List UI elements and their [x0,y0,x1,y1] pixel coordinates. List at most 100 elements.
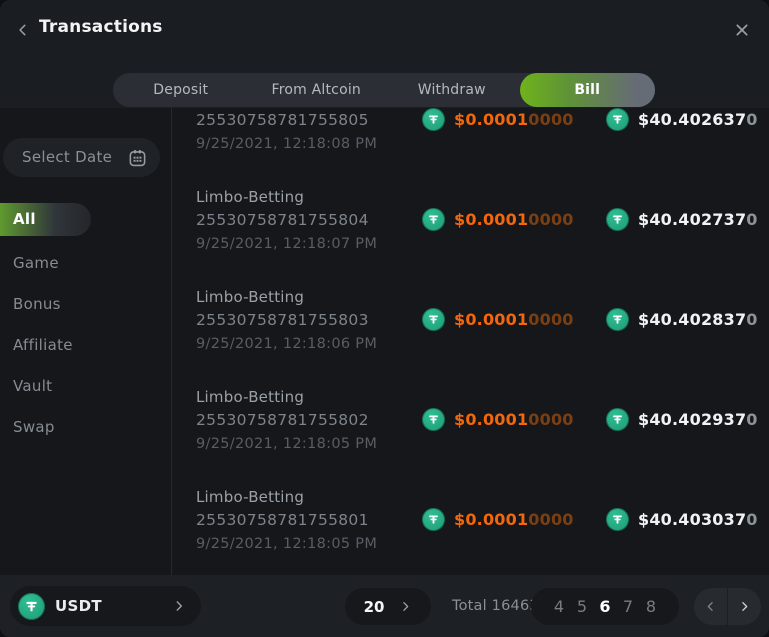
tether-icon [606,508,629,531]
balance-trailing-zero: 0 [746,510,757,529]
chevron-right-icon [399,600,412,613]
amount-value: $0.0001 [454,110,528,129]
transaction-row: Limbo-Betting 25530758781755804 9/25/202… [172,181,769,281]
transaction-list[interactable]: Limbo-Betting 25530758781755805 9/25/202… [172,108,769,575]
transaction-id: 25530758781755803 [196,311,369,329]
page-button-4[interactable]: 4 [553,597,565,616]
balance-value: $40.403037 [638,510,746,529]
transaction-date: 9/25/2021, 12:18:07 PM [196,236,377,252]
chevron-left-icon [704,600,717,613]
transaction-date: 9/25/2021, 12:18:05 PM [196,436,377,452]
tether-icon [422,308,445,331]
balance-value: $40.402737 [638,210,746,229]
game-label: Limbo-Betting [196,188,304,206]
transaction-date: 9/25/2021, 12:18:06 PM [196,336,377,352]
tether-icon [606,308,629,331]
footer-bar: USDT 20 Total 16463 4 5 6 7 8 [0,575,769,637]
amount-value: $0.0001 [454,210,528,229]
tab-deposit[interactable]: Deposit [113,73,249,107]
currency-label: USDT [55,597,102,615]
transaction-amount: $0.00010000 [422,108,574,131]
tether-icon [422,208,445,231]
back-button[interactable] [12,19,34,41]
balance-trailing-zero: 0 [746,110,757,129]
transactions-modal: Transactions Deposit From Altcoin Withdr… [0,0,769,637]
filter-game[interactable]: Game [0,247,59,280]
filter-bonus[interactable]: Bonus [0,288,61,321]
calendar-icon [128,148,147,167]
tab-bill[interactable]: Bill [520,73,656,107]
balance-value: $40.402837 [638,310,746,329]
amount-trailing-zeros: 0000 [528,410,573,429]
transaction-balance: $40.4028370 [606,308,758,331]
transaction-id: 25530758781755805 [196,111,369,129]
prev-page-button[interactable] [694,588,727,625]
page-size-selector[interactable]: 20 [345,588,431,625]
page-size-value: 20 [364,598,385,616]
total-count-label: Total 16463 [452,575,539,637]
transaction-id: 25530758781755804 [196,211,369,229]
balance-trailing-zero: 0 [746,210,757,229]
game-label: Limbo-Betting [196,488,304,506]
transaction-row: Limbo-Betting 25530758781755805 9/25/202… [172,108,769,181]
tether-icon [422,508,445,531]
chevron-left-icon [16,23,30,37]
page-button-7[interactable]: 7 [622,597,634,616]
page-title: Transactions [39,17,163,37]
game-label: Limbo-Betting [196,388,304,406]
amount-value: $0.0001 [454,410,528,429]
transaction-amount: $0.00010000 [422,208,574,231]
amount-trailing-zeros: 0000 [528,510,573,529]
transaction-amount: $0.00010000 [422,508,574,531]
filter-swap[interactable]: Swap [0,411,55,444]
tether-icon [422,408,445,431]
tether-icon [18,593,45,620]
chevron-right-icon [172,598,186,617]
transaction-balance: $40.4029370 [606,408,758,431]
transaction-amount: $0.00010000 [422,408,574,431]
tether-icon [606,208,629,231]
page-button-6-active[interactable]: 6 [599,597,611,616]
currency-selector[interactable]: USDT [10,586,201,626]
amount-value: $0.0001 [454,510,528,529]
filter-sidebar: Select Date All Game Bonus Affiliate Vau… [0,108,172,575]
transaction-balance: $40.4027370 [606,208,758,231]
transaction-id: 25530758781755802 [196,411,369,429]
tether-icon [606,408,629,431]
transaction-row: Limbo-Betting 25530758781755801 9/25/202… [172,481,769,575]
tab-from-altcoin[interactable]: From Altcoin [249,73,385,107]
amount-trailing-zeros: 0000 [528,110,573,129]
close-button[interactable] [731,19,753,41]
transaction-list-inner: Limbo-Betting 25530758781755805 9/25/202… [172,108,769,575]
page-button-8[interactable]: 8 [645,597,657,616]
filter-all[interactable]: All [0,203,91,236]
transaction-type-tabs: Deposit From Altcoin Withdraw Bill [113,73,655,107]
filter-vault[interactable]: Vault [0,370,52,403]
transaction-amount: $0.00010000 [422,308,574,331]
transaction-date: 9/25/2021, 12:18:08 PM [196,136,377,152]
game-label: Limbo-Betting [196,288,304,306]
amount-value: $0.0001 [454,310,528,329]
tab-withdraw[interactable]: Withdraw [384,73,520,107]
pagination: 4 5 6 7 8 [531,588,679,625]
modal-header: Transactions Deposit From Altcoin Withdr… [0,0,769,108]
balance-trailing-zero: 0 [746,410,757,429]
chevron-right-icon [738,600,751,613]
amount-trailing-zeros: 0000 [528,310,573,329]
tether-icon [606,108,629,131]
next-page-button[interactable] [727,588,761,625]
close-icon [734,22,750,38]
balance-trailing-zero: 0 [746,310,757,329]
transaction-date: 9/25/2021, 12:18:05 PM [196,536,377,552]
transaction-row: Limbo-Betting 25530758781755802 9/25/202… [172,381,769,481]
balance-value: $40.402637 [638,110,746,129]
amount-trailing-zeros: 0000 [528,210,573,229]
transaction-row: Limbo-Betting 25530758781755803 9/25/202… [172,281,769,381]
page-nav [694,588,761,625]
transaction-id: 25530758781755801 [196,511,369,529]
date-filter-input[interactable]: Select Date [3,138,160,177]
filter-affiliate[interactable]: Affiliate [0,329,73,362]
tether-icon [422,108,445,131]
balance-value: $40.402937 [638,410,746,429]
page-button-5[interactable]: 5 [576,597,588,616]
